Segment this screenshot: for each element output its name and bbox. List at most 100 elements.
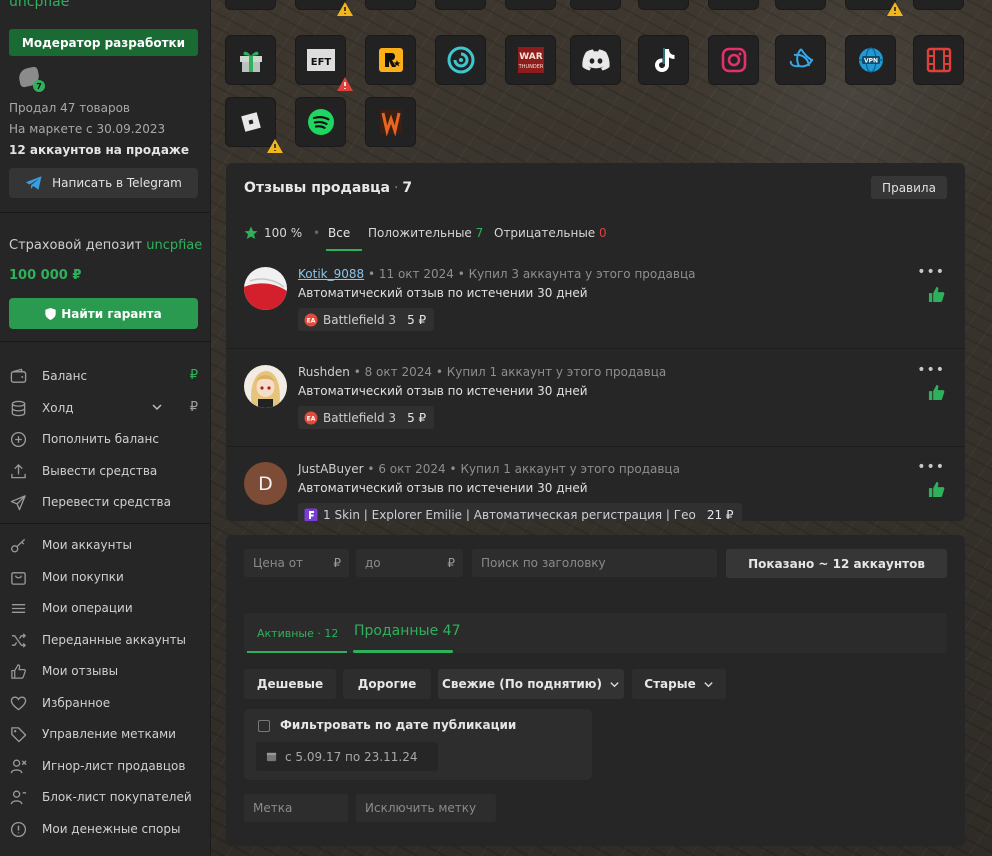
telegram-button[interactable]: Написать в Telegram [9,168,198,198]
battlenet-icon [789,48,813,68]
game-icon[interactable] [570,0,621,10]
gift-card-tile[interactable] [225,35,276,85]
find-guarant-button[interactable]: Найти гаранта [9,298,198,329]
ubisoft-tile[interactable] [435,35,486,85]
date-filter-checkbox[interactable] [258,720,270,732]
review-item-chip[interactable]: EA Battlefield 3 5 ₽ [298,308,435,331]
sidebar-item-tags[interactable]: Управление метками [0,719,211,749]
reviewer-name[interactable]: JustABuyer [298,462,364,476]
eft-tile[interactable]: EFT [295,35,353,91]
warthunder-tile[interactable]: WAR THUNDER [505,35,556,85]
game-icon[interactable] [845,0,903,16]
date-range-input[interactable]: с 5.09.17 по 23.11.24 [256,742,438,771]
sidebar-item-my-accounts[interactable]: Мои аккаунты [0,530,211,560]
reviews-count: 7 [402,180,413,196]
game-icon[interactable] [708,0,759,10]
active-tab-indicator [326,249,362,251]
sidebar-item-my-purchases[interactable]: Мои покупки [0,562,211,592]
sidebar-item-transferred[interactable]: Переданные аккаунты [0,625,211,655]
tab-all[interactable]: Все [328,226,350,240]
achievement-count: 7 [33,80,45,92]
sidebar-item-favorites[interactable]: Избранное [0,688,211,718]
achievement-badge[interactable]: 7 [17,66,45,92]
review-item-chip[interactable]: EA Battlefield 3 5 ₽ [298,406,435,429]
chip-price: 21 ₽ [706,507,734,522]
roblox-tile[interactable] [225,97,283,153]
thumbs-up-icon [928,286,945,303]
active-tab-indicator [353,650,453,653]
reviews-filter-bar: 100 % • Все Положительные 7 Отрицательны… [244,218,944,253]
rating-percent: 100 % [264,226,303,240]
reviewer-name[interactable]: Kotik_9088 [298,267,364,281]
tab-sold-accounts[interactable]: Проданные 47 [354,623,460,639]
avatar[interactable] [244,267,287,310]
game-icon[interactable] [295,0,353,16]
review-item-chip[interactable]: 1 Skin | Explorer Emilie | Автоматическа… [298,503,742,521]
gift-icon [239,51,262,72]
accounts-on-sale[interactable]: 12 аккаунтов на продаже [9,143,189,157]
more-options-icon[interactable]: ••• [917,264,945,280]
avatar[interactable] [244,365,287,408]
review-purchase-info: Купил 3 аккаунта у этого продавца [468,267,696,281]
price-from-input[interactable]: Цена от ₽ [244,549,349,577]
sidebar-item-balance[interactable]: Баланс ₽ [0,361,211,391]
deposit-amount: 100 000 ₽ [9,268,82,283]
eft-icon: EFT [306,49,335,71]
shown-accounts-button[interactable]: Показано ~ 12 аккаунтов [726,549,947,578]
ea-icon-text: EA [307,317,316,324]
title-search-input[interactable]: Поиск по заголовку [472,549,717,577]
discord-tile[interactable] [570,35,621,85]
seller-username[interactable]: uncpfiae [9,0,69,10]
sort-old-dropdown[interactable]: Старые [632,669,726,699]
rules-button[interactable]: Правила [871,176,947,199]
tab-active-accounts[interactable]: Активные · 12 [257,627,338,640]
sort-cheap-button[interactable]: Дешевые [244,669,336,699]
sidebar-item-withdraw[interactable]: Вывести средства [0,456,211,486]
sort-fresh-dropdown[interactable]: Свежие (По поднятию) [438,669,624,699]
sidebar-item-hold[interactable]: Холд ₽ [0,393,211,423]
battlenet-tile[interactable] [775,35,826,85]
sidebar-item-transfer[interactable]: Перевести средства [0,487,211,517]
game-icon[interactable] [775,0,826,10]
tab-positive[interactable]: Положительные 7 [368,226,483,240]
accounts-tabs: Активные · 12 Проданные 47 [244,613,947,653]
tiktok-tile[interactable] [638,35,689,85]
price-to-input[interactable]: до ₽ [356,549,463,577]
sidebar-item-my-reviews[interactable]: Мои отзывы [0,656,211,686]
sidebar-item-topup[interactable]: Пополнить баланс [0,424,211,454]
sidebar-item-my-operations[interactable]: Мои операции [0,593,211,623]
game-icon[interactable] [365,0,416,10]
instagram-tile[interactable] [708,35,759,85]
tag-icon [11,727,27,743]
game-icon[interactable] [435,0,486,10]
sidebar-item-label: Блок-лист покупателей [42,790,192,804]
more-options-icon[interactable]: ••• [917,459,945,475]
vpn-tile[interactable]: VPN [845,35,896,85]
divider [0,341,211,342]
film-tile[interactable] [913,35,964,85]
avatar[interactable]: D [244,462,287,505]
sidebar-item-label: Избранное [42,696,111,710]
balance-currency: ₽ [189,368,198,383]
game-icon[interactable] [225,0,276,10]
exclude-tag-input[interactable]: Исключить метку [356,794,496,822]
game-icon[interactable] [913,0,964,10]
review-meta: Rushden • 8 окт 2024 • Купил 1 аккаунт у… [298,365,667,379]
tag-input[interactable]: Метка [244,794,348,822]
spotify-tile[interactable] [295,97,346,147]
sidebar-item-disputes[interactable]: Мои денежные споры [0,814,211,844]
reviewer-name[interactable]: Rushden [298,365,350,379]
chip-title: 1 Skin | Explorer Emilie | Автоматическа… [323,507,696,522]
avatar-image [244,267,287,310]
game-icon[interactable] [638,0,689,10]
tab-negative[interactable]: Отрицательные 0 [494,226,607,240]
game-icon[interactable] [505,0,556,10]
find-guarant-label: Найти гаранта [61,306,162,321]
rockstar-tile[interactable] [365,35,416,85]
more-options-icon[interactable]: ••• [917,362,945,378]
sort-expensive-button[interactable]: Дорогие [343,669,431,699]
wot-tile[interactable] [365,97,416,147]
chevron-down-icon[interactable] [151,401,163,413]
sidebar-item-ignore-sellers[interactable]: Игнор-лист продавцов [0,751,211,781]
sidebar-item-block-buyers[interactable]: Блок-лист покупателей [0,782,211,812]
